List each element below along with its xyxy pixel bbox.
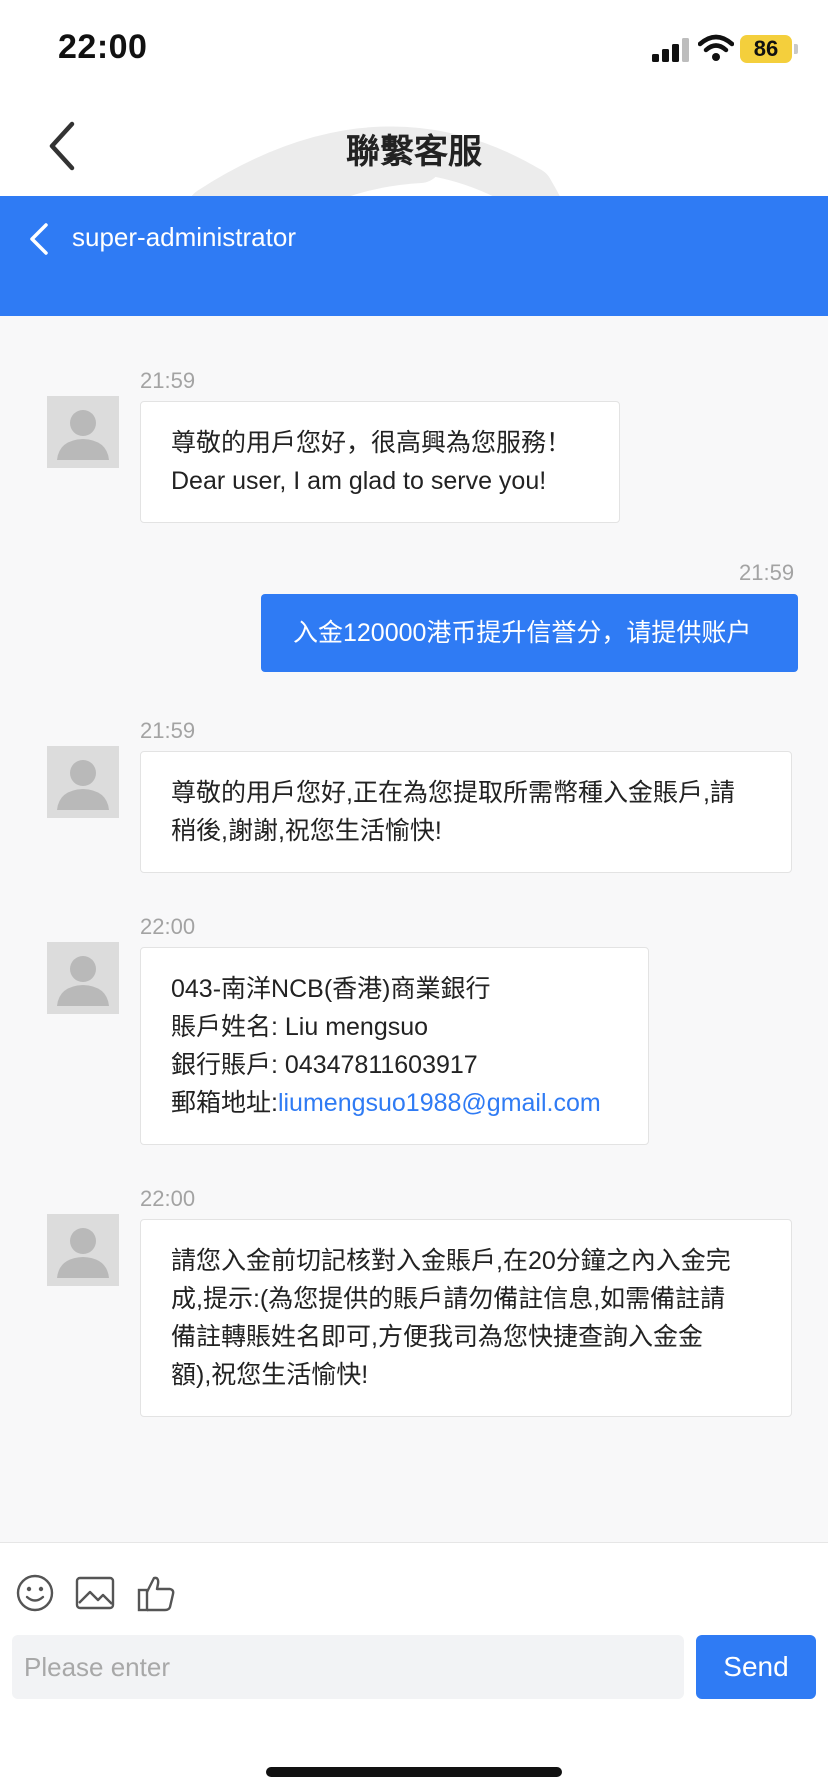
chat-back-icon[interactable]: [26, 222, 54, 256]
home-indicator: [266, 1767, 562, 1777]
battery-cap: [794, 44, 798, 54]
avatar: [47, 1214, 119, 1286]
battery-level: 86: [740, 35, 792, 63]
emoji-icon[interactable]: [15, 1573, 55, 1613]
wifi-icon: [698, 34, 734, 61]
message-time: 22:00: [140, 914, 196, 939]
chat-header: super-administrator: [0, 196, 828, 316]
message-line: 尊敬的用戶您好,正在為您提取所需幣種入金賬戶,請: [171, 779, 735, 807]
message-line: 郵箱地址:liumengsuo1988@gmail.com: [171, 1084, 618, 1122]
message-line: Dear user, I am glad to serve you!: [171, 467, 547, 495]
message-line: 成,提示:(為您提供的賬戶請勿備註信息,如需備註請: [171, 1285, 726, 1313]
chat-screen: 22:00 86 聯繫客服 super-administrator 21:59: [0, 0, 828, 1792]
incoming-message-bubble: 請您入金前切記核對入金賬戶,在20分鐘之內入金完 成,提示:(為您提供的賬戶請勿…: [140, 1219, 792, 1417]
contact-name: super-administrator: [72, 222, 296, 252]
message-line: 稍後,謝謝,祝您生活愉快!: [171, 817, 442, 845]
message-time: 21:59: [739, 560, 795, 585]
message-time: 21:59: [140, 718, 196, 743]
email-label: 郵箱地址:: [171, 1089, 278, 1117]
thumbs-up-icon[interactable]: [136, 1573, 176, 1613]
incoming-message-bubble: 尊敬的用戶您好，很高興為您服務！ Dear user, I am glad to…: [140, 401, 620, 523]
default-avatar-icon: [57, 760, 109, 810]
message-time: 21:59: [140, 368, 196, 393]
default-avatar-icon: [57, 410, 109, 460]
message-list[interactable]: 21:59 尊敬的用戶您好，很高興為您服務！ Dear user, I am g…: [0, 316, 828, 1542]
message-line: 尊敬的用戶您好，很高興為您服務！: [171, 429, 572, 457]
avatar: [47, 746, 119, 818]
avatar: [47, 942, 119, 1014]
message-line: 銀行賬戶: 04347811603917: [171, 1051, 478, 1079]
email-link[interactable]: liumengsuo1988@gmail.com: [278, 1089, 601, 1117]
incoming-message-bubble: 尊敬的用戶您好,正在為您提取所需幣種入金賬戶,請 稍後,謝謝,祝您生活愉快!: [140, 751, 792, 873]
incoming-message-bubble: 043-南洋NCB(香港)商業銀行 賬戶姓名: Liu mengsuo 銀行賬戶…: [140, 947, 649, 1145]
default-avatar-icon: [57, 1228, 109, 1278]
message-line: 額),祝您生活愉快!: [171, 1361, 369, 1389]
message-time: 22:00: [140, 1186, 196, 1211]
message-line: 請您入金前切記核對入金賬戶,在20分鐘之內入金完: [171, 1247, 731, 1275]
message-line: 備註轉賬姓名即可,方便我司為您快捷查詢入金金: [171, 1323, 703, 1351]
outgoing-message-bubble: 入金120000港币提升信誉分，请提供账户: [261, 594, 798, 672]
navigation-bar: 聯繫客服: [0, 96, 828, 196]
send-button[interactable]: Send: [696, 1635, 816, 1699]
cellular-signal-icon: [652, 38, 689, 62]
status-time: 22:00: [58, 28, 148, 66]
image-icon[interactable]: [75, 1573, 115, 1613]
status-bar: 22:00 86: [0, 0, 828, 96]
page-title: 聯繫客服: [346, 133, 482, 171]
message-line: 043-南洋NCB(香港)商業銀行: [171, 975, 491, 1003]
avatar: [47, 396, 119, 468]
message-input[interactable]: [12, 1635, 684, 1699]
message-line: 賬戶姓名: Liu mengsuo: [171, 1013, 429, 1041]
default-avatar-icon: [57, 956, 109, 1006]
message-composer: Send: [0, 1542, 828, 1792]
